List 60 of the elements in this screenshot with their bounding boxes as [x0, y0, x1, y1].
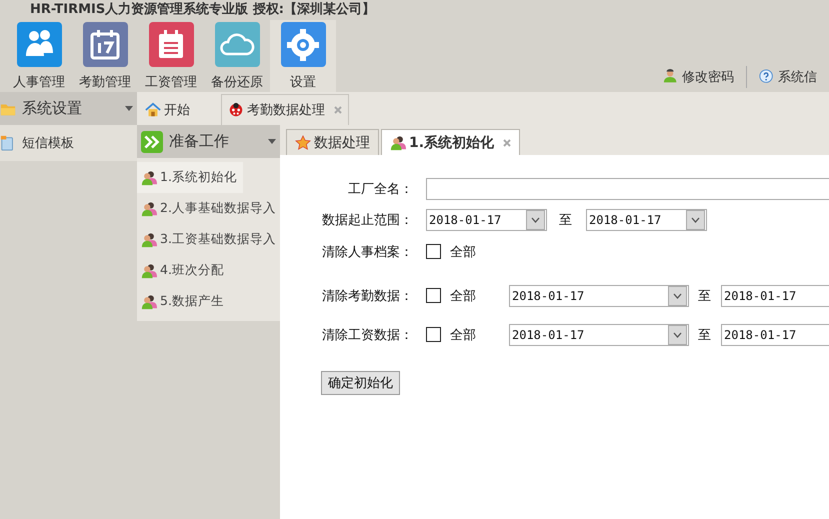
confirm-button[interactable]: 确定初始化: [321, 371, 400, 395]
users-icon: [390, 134, 406, 150]
users-icon: [141, 200, 157, 216]
house-icon: [145, 102, 161, 118]
checkbox[interactable]: [426, 244, 441, 259]
tab[interactable]: 考勤数据处理: [221, 94, 349, 125]
users-icon: [141, 294, 157, 310]
tab[interactable]: 1.系统初始化: [381, 129, 520, 155]
toolbar-button[interactable]: 人事管理: [6, 20, 72, 92]
checkbox[interactable]: [426, 288, 441, 303]
window-title: HR-TIRMIS人力资源管理系统专业版 授权:【深圳某公司】: [29, 0, 376, 19]
toolbar-button[interactable]: 工资管理: [138, 20, 204, 92]
toolbar-button[interactable]: 备份还原: [204, 20, 270, 92]
date-dropdown[interactable]: 2018-01-17: [426, 208, 547, 230]
tab[interactable]: 数据处理: [286, 129, 379, 155]
date-dropdown[interactable]: 2018-01-17: [509, 324, 689, 346]
nav-item[interactable]: 5.数据产生: [137, 286, 280, 317]
toolbar-button[interactable]: 考勤管理: [72, 20, 138, 92]
caret-icon: [125, 106, 133, 111]
nav-item[interactable]: 1.系统初始化: [137, 162, 243, 193]
field-label: 工厂全名：: [347, 180, 413, 198]
checkbox[interactable]: [426, 327, 441, 342]
caret-icon: [268, 139, 276, 144]
user-icon: [663, 69, 679, 85]
checkbox-label: 全部: [450, 244, 476, 260]
input-field[interactable]: [426, 178, 829, 200]
ladybug-icon: [228, 102, 244, 118]
users-icon: [141, 232, 157, 248]
chevron-icon: [673, 292, 682, 298]
field-label: 清除工资数据：: [321, 326, 413, 344]
toolbar-link[interactable]: 系统信: [759, 68, 829, 86]
date-dropdown[interactable]: 2018-01-17: [586, 208, 707, 230]
date-dropdown[interactable]: 2018-01-17: [509, 284, 689, 306]
panel-header[interactable]: 系统设置: [0, 92, 137, 125]
nav-item[interactable]: 4.班次分配: [137, 255, 280, 286]
toolbar-button[interactable]: 设置: [270, 20, 336, 92]
tab[interactable]: 开始: [139, 95, 221, 125]
chevron-icon: [673, 332, 682, 338]
field-label: 数据起止范围：: [321, 212, 413, 228]
toolbar-link[interactable]: 修改密码: [663, 68, 746, 86]
separator-label: 至: [698, 326, 711, 344]
field-label: 清除考勤数据：: [321, 288, 413, 304]
field-label: 清除人事档案：: [321, 244, 413, 260]
sidebar-item[interactable]: 短信模板: [0, 125, 137, 161]
users-icon: [141, 262, 157, 278]
checkbox-label: 全部: [450, 326, 476, 344]
star-icon: [295, 134, 311, 150]
template-icon: [0, 135, 16, 151]
nav-item[interactable]: 3.工资基础数据导入: [137, 224, 280, 255]
separator-label: 至: [698, 288, 711, 304]
users-icon: [141, 170, 157, 186]
separator-label: 至: [559, 212, 572, 228]
nav-item[interactable]: 2.人事基础数据导入: [137, 193, 280, 224]
date-dropdown[interactable]: 2018-01-17: [721, 324, 829, 346]
panel-header[interactable]: 准备工作: [137, 125, 280, 158]
chevron-icon: [531, 216, 540, 222]
help-icon: [759, 69, 775, 85]
date-dropdown[interactable]: 2018-01-17: [721, 284, 829, 306]
chevron-icon: [691, 216, 700, 222]
checkbox-label: 全部: [450, 288, 476, 304]
